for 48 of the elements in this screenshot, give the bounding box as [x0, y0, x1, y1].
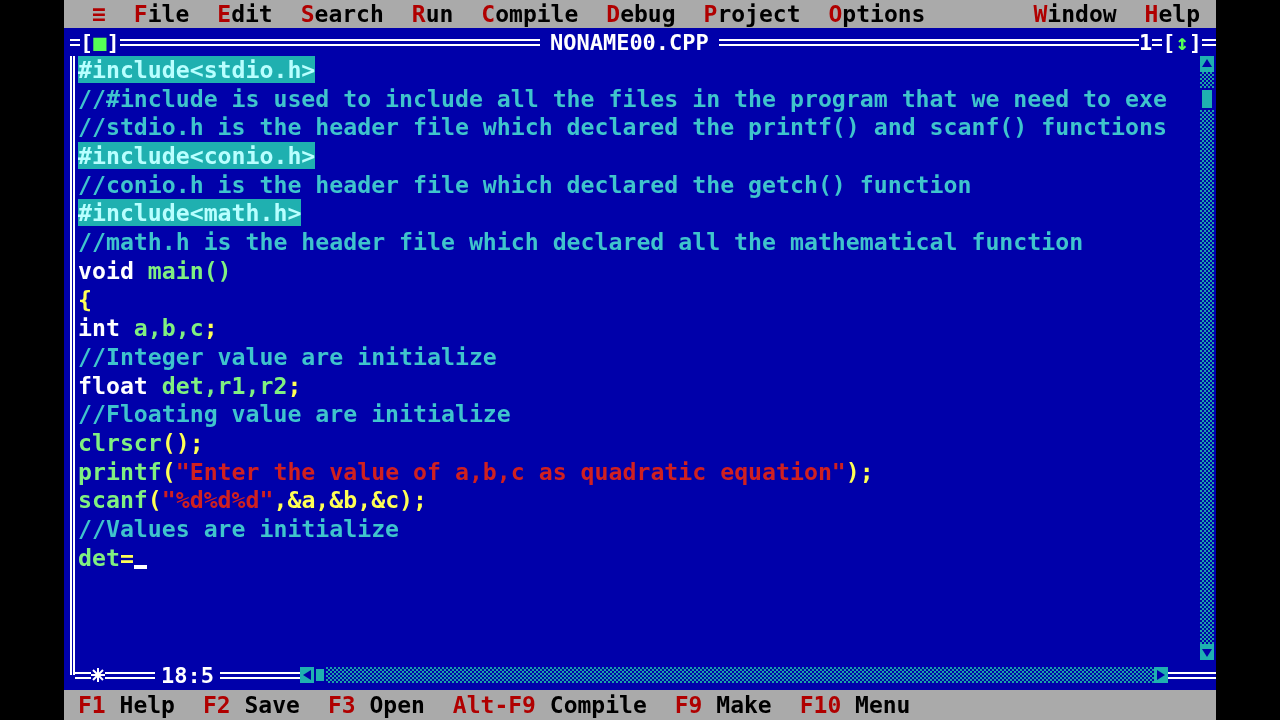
code-line: //conio.h is the header file which declared the getch() function: [78, 170, 972, 200]
window-title: NONAME00.CPP: [548, 29, 710, 55]
shortcut-hint[interactable]: Alt-F9 Compile: [452, 692, 647, 718]
code-line: scanf("%d%d%d",&a,&b,&c);: [78, 486, 428, 515]
cursor-position: 18:5: [160, 662, 215, 688]
horizontal-scrollbar[interactable]: [300, 667, 1168, 683]
code-line: det=: [78, 543, 134, 573]
menu-item[interactable]: Debug: [606, 1, 676, 27]
menu-item[interactable]: Search: [300, 1, 384, 27]
vertical-scrollbar[interactable]: [1200, 56, 1214, 660]
menu-item[interactable]: Edit: [217, 1, 273, 27]
menu-item[interactable]: Window: [1033, 1, 1117, 27]
border-line: [70, 38, 80, 46]
shortcut-hint[interactable]: F9 Make: [674, 692, 772, 718]
menu-item[interactable]: File: [133, 1, 190, 27]
menu-item[interactable]: Options: [828, 1, 926, 27]
border-line: [105, 671, 155, 679]
border-line: [1168, 671, 1216, 679]
code-line: //Integer value are initialize: [78, 342, 497, 372]
code-line: {: [78, 285, 92, 315]
menu-item[interactable]: Project: [703, 1, 801, 27]
code-line: //Values are initialize: [78, 515, 400, 544]
border-line: [1152, 38, 1163, 46]
code-line: //#include is used to include all the files in the program that we need to exe: [78, 84, 1167, 114]
shortcut-hint[interactable]: F10 Menu: [799, 692, 911, 718]
menu-item[interactable]: Compile: [481, 1, 579, 27]
code-line: float det,r1,r2;: [78, 371, 302, 401]
shortcut-hint[interactable]: F2 Save: [202, 692, 300, 718]
shortcut-hint[interactable]: F1 Help: [78, 692, 175, 718]
scroll-down-icon[interactable]: [1200, 644, 1214, 660]
code-line: int a,b,c;: [78, 314, 218, 343]
menu-item[interactable]: Run: [411, 1, 454, 27]
code-line: clrscr();: [78, 428, 204, 458]
code-line: void main(): [78, 256, 232, 286]
text-cursor: [133, 565, 147, 570]
code-line: //math.h is the header file which declared all the mathematical function: [78, 228, 1084, 257]
code-line: printf("Enter the value of a,b,c as quadratic equation");: [78, 457, 874, 487]
scroll-left-icon[interactable]: [300, 667, 314, 683]
window-number: 1: [1139, 29, 1153, 55]
scroll-right-icon[interactable]: [1154, 667, 1168, 683]
zoom-button[interactable]: [↕]: [1162, 29, 1202, 55]
close-button[interactable]: [■]: [80, 29, 120, 55]
code-line: //stdio.h is the header file which declared the printf() and scanf() functions: [78, 113, 1167, 143]
code-line: //Floating value are initialize: [78, 400, 511, 429]
scroll-up-icon[interactable]: [1200, 56, 1214, 72]
shortcut-hint[interactable]: F3 Open: [327, 692, 425, 718]
scroll-thumb[interactable]: [1200, 88, 1214, 110]
menu-item[interactable]: Help: [1144, 1, 1200, 27]
